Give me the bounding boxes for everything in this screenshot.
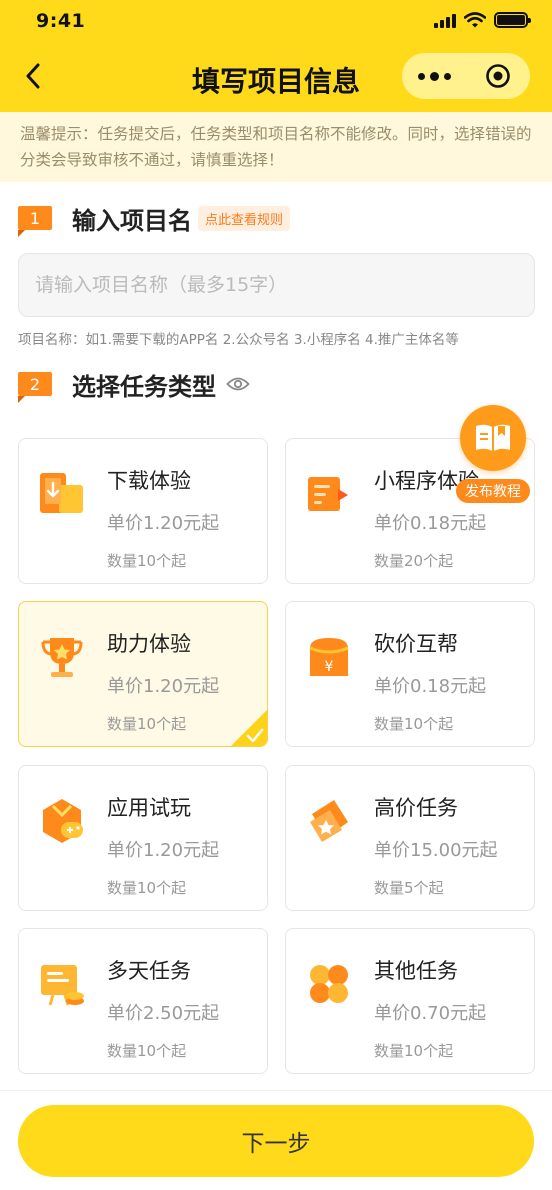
section-project-name: 1 输入项目名 点此查看规则 <box>18 200 291 237</box>
calendar-board-icon <box>37 959 87 1009</box>
task-type-card-boost[interactable]: 助力体验 单价1.20元起 数量10个起 <box>18 601 268 747</box>
task-type-qty: 数量20个起 <box>374 552 454 570</box>
warning-notice: 温馨提示：任务提交后，任务类型和项目名称不能修改。同时，选择错误的分类会导致审核… <box>0 112 552 182</box>
nav-bar: 填写项目信息 <box>0 44 552 110</box>
task-type-qty: 数量10个起 <box>107 715 187 733</box>
more-dot-icon <box>443 72 451 80</box>
back-button[interactable] <box>18 58 48 94</box>
bottom-action-bar: 下一步 <box>0 1090 552 1190</box>
task-type-card-premium[interactable]: 高价任务 单价15.00元起 数量5个起 <box>285 765 535 911</box>
task-type-price: 单价1.20元起 <box>107 840 220 861</box>
battery-icon <box>494 12 531 28</box>
task-type-price: 单价2.50元起 <box>107 1003 220 1024</box>
status-icons <box>434 12 531 28</box>
mini-program-capsule <box>402 53 530 99</box>
section-title: 输入项目名 <box>72 206 192 235</box>
task-type-qty: 数量10个起 <box>374 1042 454 1060</box>
more-button[interactable] <box>402 53 466 99</box>
task-type-qty: 数量10个起 <box>107 552 187 570</box>
signal-icon <box>434 12 456 28</box>
task-type-card-other[interactable]: 其他任务 单价0.70元起 数量10个起 <box>285 928 535 1074</box>
tutorial-label: 发布教程 <box>456 479 530 503</box>
task-type-name: 下载体验 <box>107 469 191 493</box>
status-time: 9:41 <box>36 10 86 32</box>
more-dot-icon <box>417 72 425 80</box>
task-type-price: 单价0.18元起 <box>374 676 487 697</box>
task-type-card-multi-day[interactable]: 多天任务 单价2.50元起 数量10个起 <box>18 928 268 1074</box>
task-type-price: 单价0.70元起 <box>374 1003 487 1024</box>
task-type-qty: 数量10个起 <box>107 1042 187 1060</box>
task-type-name: 应用试玩 <box>107 796 191 820</box>
task-type-name: 助力体验 <box>107 632 191 656</box>
more-dot-icon <box>429 71 439 81</box>
task-type-name: 其他任务 <box>374 959 458 983</box>
selected-check-icon <box>231 710 267 746</box>
section-title: 选择任务类型 <box>72 372 216 401</box>
step-number-badge: 1 <box>18 206 52 237</box>
project-name-hint: 项目名称：如1.需要下载的APP名 2.公众号名 3.小程序名 4.推广主体名等 <box>18 332 459 348</box>
publish-tutorial-button[interactable]: 发布教程 <box>456 405 530 503</box>
tutorial-book-icon <box>460 405 526 471</box>
premium-tag-icon <box>304 796 354 846</box>
task-type-card-app-trial[interactable]: 应用试玩 单价1.20元起 数量10个起 <box>18 765 268 911</box>
task-type-qty: 数量10个起 <box>107 879 187 897</box>
close-miniprogram-button[interactable] <box>466 53 530 99</box>
target-icon <box>486 64 510 88</box>
header-bar: 9:41 填写项目信息 <box>0 0 552 112</box>
next-step-button[interactable]: 下一步 <box>18 1105 534 1177</box>
task-type-card-download[interactable]: 下载体验 单价1.20元起 数量10个起 <box>18 438 268 584</box>
task-type-price: 单价1.20元起 <box>107 513 220 534</box>
trophy-icon <box>37 632 87 682</box>
game-controller-icon <box>37 796 87 846</box>
view-rules-link[interactable]: 点此查看规则 <box>198 205 291 231</box>
task-type-qty: 数量10个起 <box>374 715 454 733</box>
section-task-type: 2 选择任务类型 <box>18 366 250 403</box>
task-type-price: 单价1.20元起 <box>107 676 220 697</box>
task-type-price: 单价0.18元起 <box>374 513 487 534</box>
task-type-qty: 数量5个起 <box>374 879 444 897</box>
svg-text:¥: ¥ <box>325 659 334 675</box>
task-type-card-bargain[interactable]: ¥ 砍价互帮 单价0.18元起 数量10个起 <box>285 601 535 747</box>
task-type-price: 单价15.00元起 <box>374 840 498 861</box>
task-type-name: 高价任务 <box>374 796 458 820</box>
step-number-badge: 2 <box>18 372 52 403</box>
price-bag-icon: ¥ <box>304 632 354 682</box>
chevron-left-icon <box>26 63 40 89</box>
task-type-name: 多天任务 <box>107 959 191 983</box>
task-type-name: 砍价互帮 <box>374 632 458 656</box>
project-name-input[interactable] <box>18 253 535 317</box>
status-bar: 9:41 <box>0 0 552 44</box>
mini-program-icon <box>304 469 354 519</box>
download-phone-icon <box>37 469 87 519</box>
wifi-icon <box>464 12 486 28</box>
four-petal-icon <box>304 959 354 1009</box>
eye-icon[interactable] <box>226 376 250 392</box>
